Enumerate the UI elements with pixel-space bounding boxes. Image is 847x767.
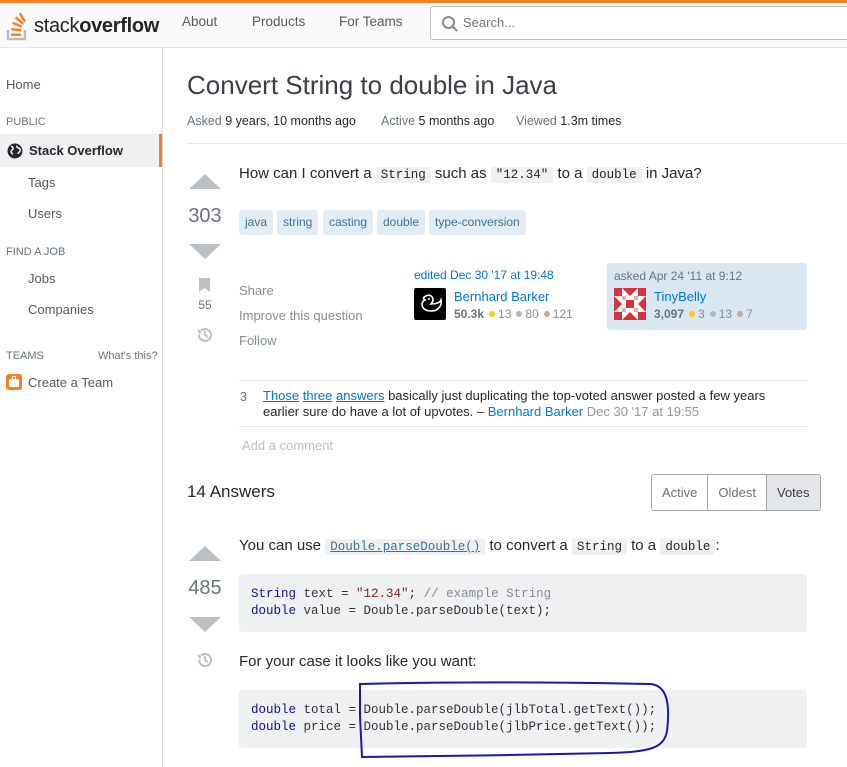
sidebar-heading-find-job: FIND A JOB bbox=[6, 246, 66, 258]
top-bar: stackoverflow About Products For Teams bbox=[0, 0, 847, 47]
search-input[interactable] bbox=[463, 15, 763, 30]
stackoverflow-logo-icon bbox=[6, 12, 27, 41]
comment-link[interactable]: answers bbox=[336, 388, 384, 403]
answer-upvote-button[interactable] bbox=[189, 546, 221, 561]
stackoverflow-logo[interactable]: stackoverflow bbox=[6, 10, 159, 42]
tag-type-conversion[interactable]: type-conversion bbox=[429, 210, 526, 235]
owner-signature: asked Apr 24 '11 at 9:12 TinyBelly 3,097… bbox=[607, 263, 807, 330]
code-block: String text = "12.34"; // example String… bbox=[239, 574, 807, 632]
history-icon[interactable] bbox=[196, 326, 214, 344]
tag-casting[interactable]: casting bbox=[323, 210, 374, 235]
nav-products[interactable]: Products bbox=[252, 14, 305, 29]
hand-drawn-highlight-annotation bbox=[359, 681, 670, 759]
inline-code-link[interactable]: Double.parseDouble() bbox=[325, 539, 486, 555]
answer-downvote-button[interactable] bbox=[189, 617, 221, 632]
history-icon[interactable] bbox=[196, 651, 214, 669]
avatar[interactable] bbox=[414, 288, 446, 320]
sidebar-item-companies[interactable]: Companies bbox=[28, 302, 94, 317]
answer-vote-count: 485 bbox=[188, 577, 222, 599]
duck-avatar-icon bbox=[421, 294, 442, 312]
identicon-avatar-icon bbox=[614, 288, 646, 320]
globe-icon bbox=[7, 143, 23, 159]
create-team-link[interactable]: Create a Team bbox=[28, 375, 113, 390]
question-downvote-button[interactable] bbox=[189, 244, 221, 259]
tag-double[interactable]: double bbox=[377, 210, 426, 235]
inline-code: String bbox=[571, 539, 627, 555]
editor-reputation: 50.3k 13 80 121 bbox=[454, 307, 573, 321]
sidebar-item-users[interactable]: Users bbox=[28, 206, 62, 221]
answer-sort-tabs: Active Oldest Votes bbox=[651, 474, 821, 511]
divider bbox=[239, 426, 807, 427]
comment-link[interactable]: Those bbox=[263, 388, 299, 403]
asked-meta: Asked 9 years, 10 months ago bbox=[187, 114, 356, 128]
comment-user-link[interactable]: Bernhard Barker bbox=[488, 404, 583, 419]
tab-active[interactable]: Active bbox=[652, 475, 709, 510]
bookmark-icon[interactable] bbox=[198, 277, 211, 293]
tab-votes[interactable]: Votes bbox=[766, 475, 820, 510]
answer-case-text: For your case it looks like you want: bbox=[239, 653, 477, 670]
nav-for-teams[interactable]: For Teams bbox=[339, 14, 403, 29]
sidebar-item-label: Stack Overflow bbox=[29, 143, 123, 158]
sidebar-heading-teams: TEAMS bbox=[6, 350, 44, 362]
tag-string[interactable]: string bbox=[277, 210, 319, 235]
left-sidebar: Home PUBLIC Stack Overflow Tags Users FI… bbox=[0, 47, 163, 767]
owner-reputation: 3,097 3 13 7 bbox=[654, 307, 753, 321]
comment-date[interactable]: Dec 30 '17 at 19:55 bbox=[587, 404, 699, 419]
inline-code: double bbox=[660, 539, 716, 555]
tag-java[interactable]: java bbox=[239, 210, 274, 235]
nav-about[interactable]: About bbox=[182, 14, 217, 29]
asked-date: asked Apr 24 '11 at 9:12 bbox=[614, 269, 743, 283]
search-icon bbox=[442, 16, 458, 32]
comment-link[interactable]: three bbox=[303, 388, 333, 403]
sidebar-item-jobs[interactable]: Jobs bbox=[28, 271, 55, 286]
question-upvote-button[interactable] bbox=[189, 174, 221, 189]
question-vote-count: 303 bbox=[188, 205, 222, 227]
sidebar-item-stack-overflow[interactable]: Stack Overflow bbox=[0, 134, 162, 167]
sidebar-item-tags[interactable]: Tags bbox=[28, 175, 55, 190]
question-body: How can I convert a String such as "12.3… bbox=[239, 165, 702, 183]
logo-text: stackoverflow bbox=[34, 14, 160, 37]
question-title[interactable]: Convert String to double in Java bbox=[187, 70, 557, 101]
answer-intro: You can use Double.parseDouble() to conv… bbox=[239, 537, 720, 555]
sidebar-heading-public: PUBLIC bbox=[6, 116, 46, 128]
edited-date-link[interactable]: edited Dec 30 '17 at 19:48 bbox=[414, 268, 594, 282]
follow-link[interactable]: Follow bbox=[239, 333, 277, 348]
editor-signature: edited Dec 30 '17 at 19:48 Bernhard Bark… bbox=[414, 268, 594, 321]
comment-score: 3 bbox=[240, 390, 247, 404]
divider bbox=[187, 143, 847, 144]
inline-code: "12.34" bbox=[490, 167, 554, 183]
bookmark-count: 55 bbox=[198, 298, 212, 312]
viewed-meta: Viewed 1.3m times bbox=[516, 114, 622, 128]
search-box[interactable] bbox=[430, 6, 847, 40]
avatar[interactable] bbox=[614, 288, 646, 320]
answers-count: 14 Answers bbox=[187, 482, 275, 501]
improve-question-link[interactable]: Improve this question bbox=[239, 308, 363, 323]
briefcase-icon bbox=[6, 374, 22, 390]
share-link[interactable]: Share bbox=[239, 283, 274, 298]
comment-text: Those three answers basically just dupli… bbox=[263, 388, 766, 419]
inline-code: double bbox=[586, 167, 642, 183]
editor-name[interactable]: Bernhard Barker bbox=[454, 289, 549, 304]
divider bbox=[239, 380, 807, 381]
owner-name[interactable]: TinyBelly bbox=[654, 289, 706, 304]
sidebar-item-home[interactable]: Home bbox=[6, 77, 41, 92]
tab-oldest[interactable]: Oldest bbox=[708, 475, 767, 510]
add-comment-link[interactable]: Add a comment bbox=[242, 438, 333, 453]
inline-code: String bbox=[375, 167, 431, 183]
active-meta: Active 5 months ago bbox=[381, 114, 495, 128]
whats-this-link[interactable]: What's this? bbox=[98, 350, 158, 362]
